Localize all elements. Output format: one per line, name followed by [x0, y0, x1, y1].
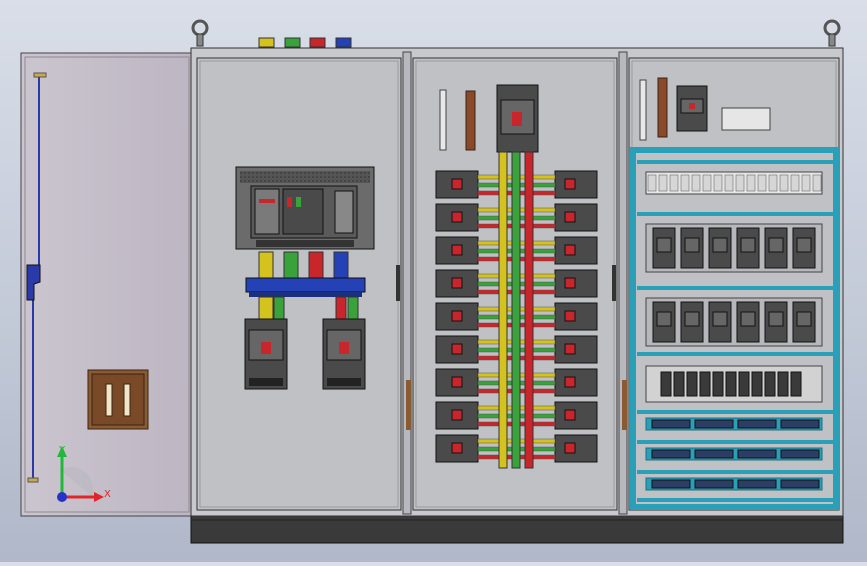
cabinet-model[interactable]: Y X — [0, 0, 867, 562]
contactor[interactable] — [680, 301, 704, 343]
contactor[interactable] — [652, 227, 676, 269]
contactor[interactable] — [736, 301, 760, 343]
door-document-pocket[interactable] — [87, 369, 149, 430]
branch-breaker[interactable] — [554, 236, 598, 265]
branch-breaker[interactable] — [435, 434, 479, 463]
branch-breaker[interactable] — [554, 401, 598, 430]
branch-breaker[interactable] — [435, 335, 479, 364]
contactor[interactable] — [792, 227, 816, 269]
branch-breaker[interactable] — [554, 368, 598, 397]
section-incoming[interactable] — [196, 57, 402, 511]
branch-breaker[interactable] — [554, 269, 598, 298]
branch-breaker[interactable] — [435, 203, 479, 232]
branch-breaker[interactable] — [554, 203, 598, 232]
branch-breaker[interactable] — [554, 335, 598, 364]
contactor[interactable] — [736, 227, 760, 269]
relay[interactable] — [712, 371, 724, 397]
contactor[interactable] — [792, 301, 816, 343]
relay[interactable] — [660, 371, 672, 397]
relay[interactable] — [751, 371, 763, 397]
contactor[interactable] — [764, 301, 788, 343]
top-terminal-markers — [258, 37, 352, 48]
branch-breaker[interactable] — [435, 302, 479, 331]
contactor[interactable] — [764, 227, 788, 269]
contactor[interactable] — [708, 227, 732, 269]
air-circuit-breaker[interactable] — [235, 166, 375, 250]
relay[interactable] — [764, 371, 776, 397]
relay[interactable] — [686, 371, 698, 397]
branch-breaker[interactable] — [554, 302, 598, 331]
contactor[interactable] — [680, 227, 704, 269]
cabinet-plinth — [190, 513, 844, 544]
distribution-main-breaker[interactable] — [496, 84, 539, 153]
cad-viewport[interactable]: Y X — [0, 0, 867, 562]
relay[interactable] — [738, 371, 750, 397]
axis-y-label: Y — [58, 445, 66, 456]
branch-breaker[interactable] — [554, 434, 598, 463]
branch-breaker[interactable] — [435, 401, 479, 430]
mccb-left[interactable] — [244, 318, 288, 390]
lifting-eye-icon — [191, 19, 209, 47]
lifting-eye-icon — [823, 19, 841, 47]
relay[interactable] — [790, 371, 802, 397]
axis-x-label: X — [104, 489, 111, 500]
branch-breaker[interactable] — [435, 236, 479, 265]
contactor[interactable] — [652, 301, 676, 343]
branch-breaker[interactable] — [435, 269, 479, 298]
branch-breaker[interactable] — [435, 170, 479, 199]
relay[interactable] — [673, 371, 685, 397]
relay[interactable] — [777, 371, 789, 397]
relay[interactable] — [725, 371, 737, 397]
section-distribution[interactable] — [412, 57, 618, 511]
contactor[interactable] — [708, 301, 732, 343]
section-control[interactable] — [628, 57, 840, 511]
mccb-right[interactable] — [322, 318, 366, 390]
branch-breaker[interactable] — [435, 368, 479, 397]
branch-breaker[interactable] — [554, 170, 598, 199]
control-breaker[interactable] — [676, 85, 708, 132]
relay[interactable] — [699, 371, 711, 397]
open-door[interactable] — [20, 52, 194, 517]
